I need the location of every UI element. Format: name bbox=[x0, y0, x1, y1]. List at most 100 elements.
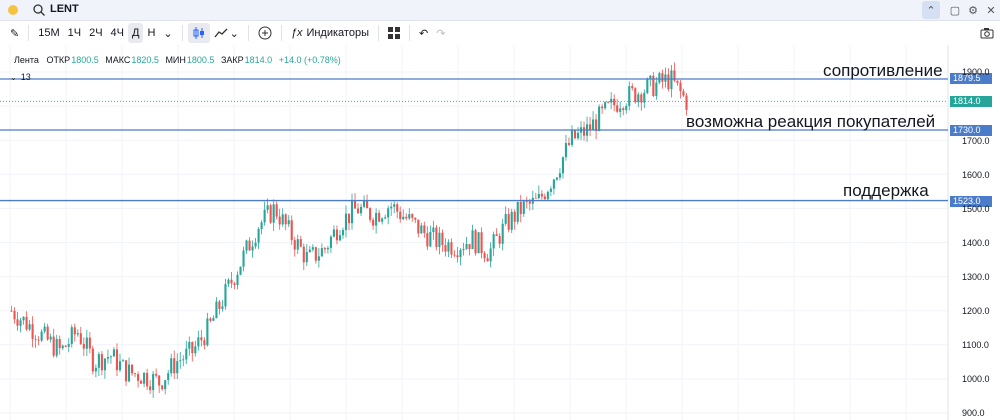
candle-body bbox=[227, 279, 230, 285]
candle-body bbox=[251, 246, 254, 251]
candle-body bbox=[254, 242, 257, 247]
interval-2h[interactable]: 2Ч bbox=[85, 23, 106, 43]
indicators-button[interactable]: ƒx Индикаторы bbox=[287, 23, 373, 43]
axis-tick: 1500.0 bbox=[962, 204, 990, 214]
candle-body bbox=[37, 339, 40, 341]
camera-icon[interactable] bbox=[980, 26, 994, 44]
candle-body bbox=[281, 214, 284, 225]
indicator-toggle[interactable]: ⌄ 13 bbox=[10, 72, 31, 82]
chevron-down-icon[interactable]: ⌄ bbox=[10, 73, 17, 82]
window-icon[interactable]: ▢ bbox=[946, 1, 964, 19]
candle-body bbox=[537, 193, 540, 199]
candle-body bbox=[402, 216, 405, 220]
interval-week[interactable]: Н bbox=[143, 23, 159, 43]
candle-body bbox=[628, 86, 631, 107]
interval-4h[interactable]: 4Ч bbox=[107, 23, 128, 43]
candle-body bbox=[598, 106, 601, 131]
candle-body bbox=[221, 306, 224, 309]
candle-body bbox=[450, 242, 453, 255]
candle-body bbox=[275, 204, 278, 217]
candle-body bbox=[149, 386, 152, 391]
interval-day[interactable]: Д bbox=[127, 23, 144, 43]
fx-icon: ƒx bbox=[290, 27, 303, 39]
candle-body bbox=[350, 200, 354, 224]
candle-body bbox=[363, 200, 366, 207]
price-chart[interactable] bbox=[0, 45, 1000, 420]
chevron-down-icon[interactable]: ⌄ bbox=[159, 23, 176, 43]
candle-body bbox=[332, 229, 335, 237]
candle-body bbox=[73, 327, 76, 335]
close-icon[interactable]: ✕ bbox=[982, 1, 1000, 19]
candle-body bbox=[55, 338, 58, 356]
candle-body bbox=[118, 361, 122, 371]
candle-body bbox=[453, 254, 456, 256]
interval-1h[interactable]: 1Ч bbox=[64, 23, 85, 43]
candle-body bbox=[573, 129, 577, 139]
add-icon[interactable] bbox=[254, 23, 276, 43]
candle-body bbox=[408, 214, 411, 219]
gear-icon[interactable]: ⚙ bbox=[964, 1, 982, 19]
ohlc-legend: Лента ОТКР1800.5 МАКС1820.5 МИН1800.5 ЗА… bbox=[14, 55, 345, 65]
candle-body bbox=[76, 333, 79, 335]
candle-body bbox=[384, 217, 387, 219]
candle-body bbox=[179, 360, 182, 362]
low-value: 1800.5 bbox=[186, 55, 215, 65]
search-icon[interactable] bbox=[32, 3, 46, 17]
redo-icon[interactable]: ↷ bbox=[432, 23, 449, 43]
candle-body bbox=[103, 358, 106, 371]
candle-body bbox=[230, 279, 233, 284]
candle-body bbox=[242, 250, 245, 267]
candle-body bbox=[88, 337, 91, 349]
low-label: МИН bbox=[165, 55, 186, 65]
candle-body bbox=[546, 191, 549, 200]
candle-body bbox=[212, 318, 215, 321]
candle-body bbox=[567, 143, 571, 145]
close-value: 1814.0 bbox=[244, 55, 273, 65]
candle-body bbox=[46, 326, 49, 340]
high-label: МАКС bbox=[105, 55, 131, 65]
candle-body bbox=[447, 242, 450, 252]
candle-body bbox=[67, 343, 70, 347]
candle-body bbox=[10, 310, 13, 312]
indicators-label: Индикаторы bbox=[306, 27, 369, 39]
candle-body bbox=[106, 357, 109, 359]
interval-15m[interactable]: 15М bbox=[34, 23, 63, 43]
undo-icon[interactable]: ↶ bbox=[415, 23, 432, 43]
candle-body bbox=[338, 235, 342, 241]
candle-body bbox=[320, 248, 323, 257]
candle-body bbox=[634, 88, 637, 103]
indicator-count: 13 bbox=[20, 72, 31, 82]
candle-body bbox=[414, 217, 417, 220]
candle-body bbox=[465, 244, 468, 250]
candle-body bbox=[378, 212, 381, 222]
candle-body bbox=[133, 373, 137, 375]
candle-body bbox=[492, 234, 495, 249]
candle-body bbox=[513, 211, 516, 222]
candle-body bbox=[399, 211, 402, 220]
candle-body bbox=[411, 214, 414, 218]
candle-body bbox=[564, 143, 568, 158]
candle-body bbox=[516, 201, 519, 222]
candle-body bbox=[604, 102, 607, 109]
chevron-up-icon[interactable]: ⌃ bbox=[922, 1, 940, 19]
candle-body bbox=[390, 206, 393, 209]
candle-body bbox=[22, 316, 25, 321]
candle-body bbox=[459, 250, 462, 258]
candle-body bbox=[616, 105, 619, 112]
candles-icon[interactable] bbox=[187, 23, 210, 43]
candle-body bbox=[236, 274, 239, 285]
candle-body bbox=[155, 373, 158, 376]
candle-body bbox=[266, 205, 269, 210]
line-chart-icon[interactable]: ⌄ bbox=[210, 23, 243, 43]
axis-tick: 1700.0 bbox=[962, 136, 990, 146]
layouts-icon[interactable] bbox=[384, 23, 404, 43]
candle-body bbox=[525, 201, 528, 203]
pencil-icon[interactable]: ✎ bbox=[6, 23, 23, 43]
candle-body bbox=[290, 220, 293, 241]
candle-body bbox=[381, 218, 384, 222]
candle-body bbox=[501, 223, 504, 244]
symbol-name[interactable]: LENT bbox=[50, 3, 79, 15]
candle-body bbox=[79, 333, 82, 344]
candle-body bbox=[25, 316, 28, 330]
candle-body bbox=[28, 324, 31, 330]
